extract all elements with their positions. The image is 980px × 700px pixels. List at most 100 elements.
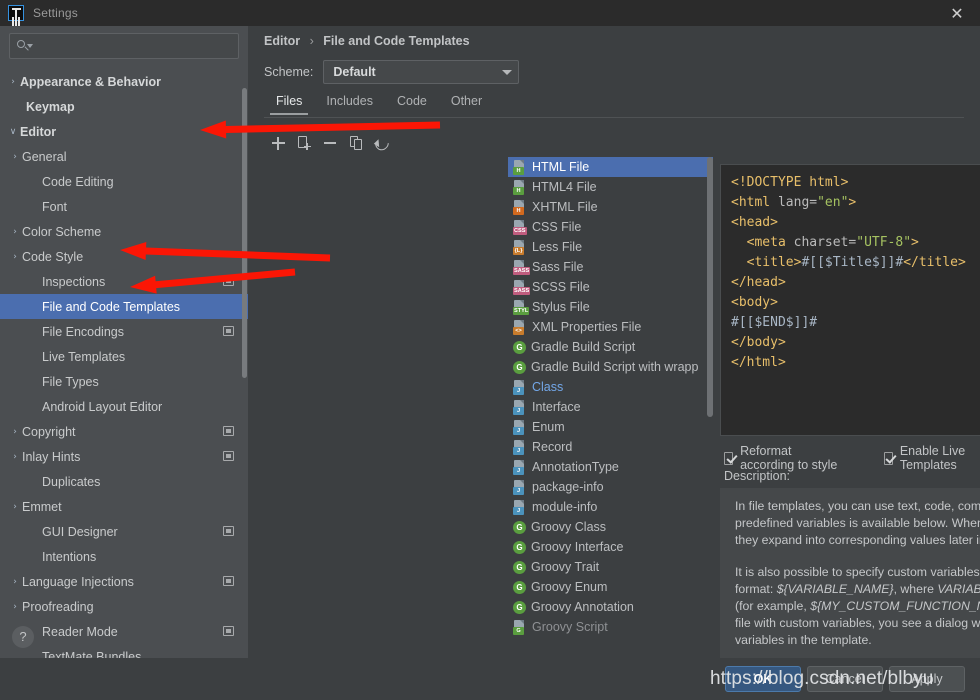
apply-button[interactable]: Apply [889, 666, 965, 692]
cancel-button[interactable]: Cancel [807, 666, 883, 692]
sidebar-item-language-injections[interactable]: ›Language Injections [0, 569, 248, 594]
scheme-label: Scheme: [264, 65, 313, 79]
breadcrumb: Editor › File and Code Templates [264, 34, 470, 48]
live-templates-checkbox[interactable]: Enable Live Templates [884, 444, 980, 472]
file-template-row[interactable]: GGradle Build Script [508, 337, 713, 357]
sidebar-item-reader-mode[interactable]: Reader Mode [0, 619, 248, 644]
sidebar-item-duplicates[interactable]: Duplicates [0, 469, 248, 494]
description-panel[interactable]: In file templates, you can use text, cod… [720, 488, 980, 670]
sidebar-item-inlay-hints[interactable]: ›Inlay Hints [0, 444, 248, 469]
sidebar-item-editor[interactable]: ∨Editor [0, 119, 248, 144]
file-template-row[interactable]: Jpackage-info [508, 477, 713, 497]
tab-includes[interactable]: Includes [314, 92, 385, 114]
file-template-label: module-info [532, 500, 597, 514]
chevron-right-icon[interactable]: › [8, 227, 22, 237]
file-template-label: Sass File [532, 260, 583, 274]
chevron-right-icon[interactable]: › [8, 502, 22, 512]
file-template-row[interactable]: GGradle Build Script with wrapp [508, 357, 713, 377]
search-box[interactable] [9, 33, 239, 59]
chevron-down-icon[interactable]: ∨ [6, 127, 20, 137]
file-template-row[interactable]: Jmodule-info [508, 497, 713, 517]
file-template-row[interactable]: JClass [508, 377, 713, 397]
sidebar-item-label: Reader Mode [42, 625, 118, 639]
sidebar-item-android-layout-editor[interactable]: Android Layout Editor [0, 394, 248, 419]
chevron-right-icon[interactable]: › [8, 252, 22, 262]
file-template-row[interactable]: JAnnotationType [508, 457, 713, 477]
file-template-row[interactable]: GGroovy Enum [508, 577, 713, 597]
stylus-file-icon: STYL [512, 300, 527, 315]
sidebar-item-copyright[interactable]: ›Copyright [0, 419, 248, 444]
plus-icon[interactable] [266, 132, 290, 154]
code-token: > [848, 195, 856, 210]
file-list-scrollbar[interactable] [707, 157, 713, 417]
sidebar-item-textmate-bundles[interactable]: TextMate Bundles [0, 644, 248, 658]
file-template-row[interactable]: HHTML4 File [508, 177, 713, 197]
file-template-row[interactable]: GGroovy Interface [508, 537, 713, 557]
tab-other[interactable]: Other [439, 92, 494, 114]
file-template-row[interactable]: STYLStylus File [508, 297, 713, 317]
scheme-dropdown[interactable]: Default [323, 60, 519, 84]
sidebar-item-live-templates[interactable]: Live Templates [0, 344, 248, 369]
template-file-list[interactable]: H HTML File HHTML4 FileHXHTML FileCSSCSS F… [508, 157, 713, 663]
code-token: </body> [731, 335, 786, 350]
ok-button[interactable]: OK [725, 666, 801, 692]
file-template-row[interactable]: GGroovy Class [508, 517, 713, 537]
chevron-right-icon[interactable]: › [8, 452, 22, 462]
sidebar-item-label: Language Injections [22, 575, 134, 589]
description-text: In file templates, you can use text, cod… [721, 489, 980, 670]
close-icon[interactable]: ✕ [948, 5, 966, 23]
copy-icon[interactable] [344, 132, 368, 154]
minus-icon[interactable] [318, 132, 342, 154]
sidebar-item-keymap[interactable]: Keymap [0, 94, 248, 119]
file-template-row[interactable]: SASSSCSS File [508, 277, 713, 297]
help-button[interactable]: ? [12, 626, 34, 648]
sidebar-item-file-and-code-templates[interactable]: File and Code Templates [0, 294, 248, 319]
html-file-icon: H [512, 160, 527, 175]
chevron-right-icon[interactable]: › [8, 427, 22, 437]
sidebar-item-inspections[interactable]: Inspections [0, 269, 248, 294]
file-template-row[interactable]: GGroovy Annotation [508, 597, 713, 617]
sidebar-item-code-editing[interactable]: Code Editing [0, 169, 248, 194]
tab-code[interactable]: Code [385, 92, 439, 114]
code-token: </head> [731, 275, 786, 290]
copy-template-icon[interactable] [292, 132, 316, 154]
tab-files[interactable]: Files [264, 92, 314, 114]
file-template-label: package-info [532, 480, 604, 494]
file-template-label: HTML File [532, 160, 589, 174]
file-template-row[interactable]: GGroovy Trait [508, 557, 713, 577]
chevron-right-icon[interactable]: › [6, 77, 20, 87]
file-template-row[interactable]: JEnum [508, 417, 713, 437]
sidebar-item-file-encodings[interactable]: File Encodings [0, 319, 248, 344]
sidebar-item-gui-designer[interactable]: GUI Designer [0, 519, 248, 544]
chevron-right-icon[interactable]: › [8, 152, 22, 162]
reformat-checkbox[interactable]: Reformat according to style [724, 444, 838, 472]
file-template-row[interactable]: HXHTML File [508, 197, 713, 217]
sidebar-item-proofreading[interactable]: ›Proofreading [0, 594, 248, 619]
breadcrumb-parent[interactable]: Editor [264, 34, 300, 48]
search-input[interactable] [32, 38, 232, 54]
file-template-row[interactable]: GGroovy Script [508, 617, 713, 637]
sidebar-item-color-scheme[interactable]: ›Color Scheme [0, 219, 248, 244]
revert-icon[interactable] [370, 132, 394, 154]
sidebar-item-appearance-behavior[interactable]: ›Appearance & Behavior [0, 69, 248, 94]
sidebar-item-font[interactable]: Font [0, 194, 248, 219]
code-token: lang= [778, 195, 817, 210]
file-template-row[interactable]: SASSSass File [508, 257, 713, 277]
file-template-row[interactable]: {L}Less File [508, 237, 713, 257]
chevron-right-icon[interactable]: › [8, 577, 22, 587]
file-template-row[interactable]: JInterface [508, 397, 713, 417]
sidebar-item-code-style[interactable]: ›Code Style [0, 244, 248, 269]
sidebar-item-intentions[interactable]: Intentions [0, 544, 248, 569]
sidebar-item-file-types[interactable]: File Types [0, 369, 248, 394]
sidebar-scrollbar[interactable] [242, 88, 247, 378]
less-file-icon: {L} [512, 240, 527, 255]
sidebar-item-general[interactable]: ›General [0, 144, 248, 169]
file-template-row[interactable]: H HTML File [508, 157, 713, 177]
file-template-row[interactable]: CSSCSS File [508, 217, 713, 237]
chevron-right-icon[interactable]: › [8, 602, 22, 612]
sidebar-item-emmet[interactable]: ›Emmet [0, 494, 248, 519]
settings-tree: ›Appearance & BehaviorKeymap∨Editor›Gene… [0, 65, 248, 658]
file-template-row[interactable]: JRecord [508, 437, 713, 457]
file-template-row[interactable]: <>XML Properties File [508, 317, 713, 337]
template-code-editor[interactable]: <!DOCTYPE html> <html lang="en"> <head> … [720, 164, 980, 436]
